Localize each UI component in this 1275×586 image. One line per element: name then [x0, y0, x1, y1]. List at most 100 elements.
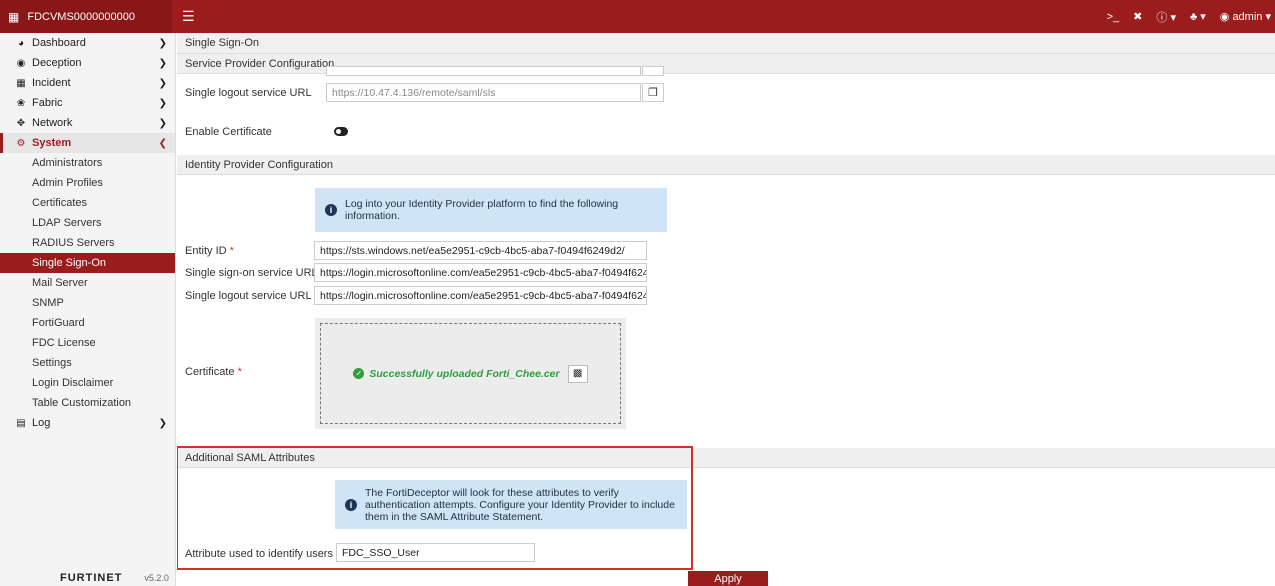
system-submenu: Administrators Admin Profiles Certificates…: [0, 153, 175, 413]
sidebar-subitem-certificates[interactable]: Certificates: [0, 193, 175, 213]
sso-url-field[interactable]: https://login.microsoftonline.com/ea5e29…: [314, 263, 647, 282]
dashboard-icon: ◕: [17, 37, 25, 49]
idp-info-box: i Log into your Identity Provider platfo…: [315, 188, 667, 232]
sidebar: ◕ Dashboard ❯ ◉ Deception ❯ ▦ Incident ❯…: [0, 33, 176, 586]
upload-dropzone[interactable]: ✓ Successfully uploaded Forti_Chee.cer ▩: [320, 323, 621, 424]
enable-certificate-toggle[interactable]: [334, 127, 348, 136]
sidebar-subitem-settings[interactable]: Settings: [0, 353, 175, 373]
enable-certificate-label: Enable Certificate: [185, 126, 272, 138]
sidebar-subitem-login-disclaimer[interactable]: Login Disclaimer: [0, 373, 175, 393]
sidebar-item-dashboard[interactable]: ◕ Dashboard ❯: [0, 33, 175, 53]
sidebar-item-label: Incident: [32, 77, 71, 89]
chevron-right-icon: ❯: [158, 57, 167, 69]
attribute-label: Attribute used to identify users *: [185, 548, 340, 560]
sidebar-subitem-admin-profiles[interactable]: Admin Profiles: [0, 173, 175, 193]
sidebar-subitem-table-customization[interactable]: Table Customization: [0, 393, 175, 413]
field-value: https://login.microsoftonline.com/ea5e29…: [320, 266, 646, 279]
sidebar-item-label: Log: [32, 417, 51, 429]
info-icon: i: [345, 498, 357, 511]
chevron-right-icon: ❯: [158, 77, 167, 89]
entity-id-field[interactable]: https://sts.windows.net/ea5e2951-c9cb-4b…: [314, 241, 647, 260]
trash-icon: ▩: [572, 368, 583, 379]
sidebar-item-label: Deception: [32, 57, 82, 69]
sp-slo-url-field[interactable]: https://10.47.4.136/remote/saml/sls: [326, 83, 641, 102]
version-label: v5.2.0: [144, 573, 169, 583]
field-value: FDC_SSO_User: [342, 546, 420, 559]
fabric-icon: ❀: [16, 97, 26, 109]
field-value: https://sts.windows.net/ea5e2951-c9cb-4b…: [320, 244, 625, 257]
attribute-field[interactable]: FDC_SSO_User: [336, 543, 535, 562]
acs-url-field[interactable]: [326, 66, 641, 76]
sidebar-subitem-snmp[interactable]: SNMP: [0, 293, 175, 313]
chevron-right-icon: ❯: [158, 37, 167, 49]
idp-slo-label: Single logout service URL: [185, 290, 312, 302]
sidebar-item-label: Fabric: [32, 97, 63, 109]
fortinet-grid-icon: ▦: [8, 9, 20, 24]
apply-button[interactable]: Apply: [688, 571, 768, 586]
user-name: admin: [1232, 11, 1263, 23]
upload-success-message: Successfully uploaded Forti_Chee.cer: [369, 367, 560, 380]
certificate-label: Certificate *: [185, 366, 242, 378]
sidebar-item-network[interactable]: ✥ Network ❯: [0, 113, 175, 133]
chevron-right-icon: ❯: [158, 117, 167, 129]
device-brand: ▦ FDCVMS0000000000: [0, 0, 172, 33]
idp-config-header: Identity Provider Configuration: [177, 155, 1275, 175]
section-title: Service Provider Configuration: [185, 57, 335, 70]
sidebar-item-label: Dashboard: [32, 37, 86, 49]
slo-label: Single logout service URL: [185, 87, 312, 99]
copy-icon: ❐: [648, 87, 658, 99]
idp-slo-url-field[interactable]: https://login.microsoftonline.com/ea5e29…: [314, 286, 647, 305]
deception-icon: ◉: [16, 57, 26, 69]
sidebar-subitem-ldap-servers[interactable]: LDAP Servers: [0, 213, 175, 233]
sidebar-subitem-single-sign-on[interactable]: Single Sign-On: [0, 253, 175, 273]
page-title: Single Sign-On: [185, 37, 259, 49]
cli-console-icon[interactable]: >_: [1107, 11, 1120, 23]
info-text: The FortiDeceptor will look for these at…: [365, 486, 675, 523]
chevron-right-icon: ❯: [158, 97, 167, 109]
sidebar-subitem-fortiguard[interactable]: FortiGuard: [0, 313, 175, 333]
delete-certificate-button[interactable]: ▩: [567, 364, 588, 383]
top-bar: ▦ FDCVMS0000000000 ☰ >_ ✖ ⓘ ▾ ♣ ▾ ◉ admi…: [0, 0, 1275, 33]
sidebar-item-incident[interactable]: ▦ Incident ❯: [0, 73, 175, 93]
field-value: https://10.47.4.136/remote/saml/sls: [332, 86, 496, 99]
incident-icon: ▦: [16, 77, 26, 89]
sidebar-item-fabric[interactable]: ❀ Fabric ❯: [0, 93, 175, 113]
log-chart-icon: ▤: [16, 417, 26, 429]
entity-id-label: Entity ID *: [185, 245, 234, 257]
sidebar-item-log[interactable]: ▤ Log ❯: [0, 413, 175, 433]
sidebar-subitem-administrators[interactable]: Administrators: [0, 153, 175, 173]
topbar-actions: >_ ✖ ⓘ ▾ ♣ ▾ ◉ admin ▾: [1107, 9, 1275, 25]
field-value: https://login.microsoftonline.com/ea5e29…: [320, 289, 646, 302]
sso-url-label: Single sign-on service URL *: [185, 267, 325, 279]
chevron-right-icon: ❯: [158, 417, 167, 429]
saml-info-box: i The FortiDeceptor will look for these …: [335, 480, 687, 529]
sidebar-item-system[interactable]: ⚙ System ❮: [0, 133, 175, 153]
sidebar-subitem-fdc-license[interactable]: FDC License: [0, 333, 175, 353]
check-circle-icon: ✓: [353, 368, 365, 379]
copy-acs-button[interactable]: [642, 66, 664, 76]
user-icon: ◉: [1219, 11, 1230, 23]
chevron-down-icon: ❮: [158, 137, 167, 149]
info-icon: i: [325, 204, 337, 216]
notifications-icon[interactable]: ♣ ▾: [1190, 10, 1206, 23]
certificate-upload-area[interactable]: ✓ Successfully uploaded Forti_Chee.cer ▩: [315, 318, 626, 429]
main-content: Single Sign-On Service Provider Configur…: [177, 33, 1275, 586]
menu-toggle-icon[interactable]: ☰: [182, 8, 195, 25]
saml-attributes-header: Additional SAML Attributes: [177, 448, 1275, 468]
sidebar-item-label: Network: [32, 117, 73, 129]
sidebar-subitem-radius-servers[interactable]: RADIUS Servers: [0, 233, 175, 253]
gear-icon: ⚙: [16, 137, 26, 149]
copy-slo-button[interactable]: ❐: [642, 83, 664, 102]
info-text: Log into your Identity Provider platform…: [345, 198, 619, 222]
sidebar-item-deception[interactable]: ◉ Deception ❯: [0, 53, 175, 73]
device-name: FDCVMS0000000000: [27, 10, 135, 23]
section-title: Identity Provider Configuration: [185, 158, 333, 171]
sidebar-subitem-mail-server[interactable]: Mail Server: [0, 273, 175, 293]
network-icon: ✥: [16, 117, 26, 129]
tools-icon[interactable]: ✖: [1133, 10, 1142, 23]
user-menu[interactable]: ◉ admin ▾: [1220, 10, 1271, 23]
sidebar-footer: FURTINET v5.2.0: [0, 570, 176, 586]
chevron-down-icon: ▾: [1265, 11, 1271, 23]
breadcrumb: Single Sign-On: [177, 33, 1275, 54]
help-icon[interactable]: ⓘ ▾: [1156, 9, 1176, 25]
